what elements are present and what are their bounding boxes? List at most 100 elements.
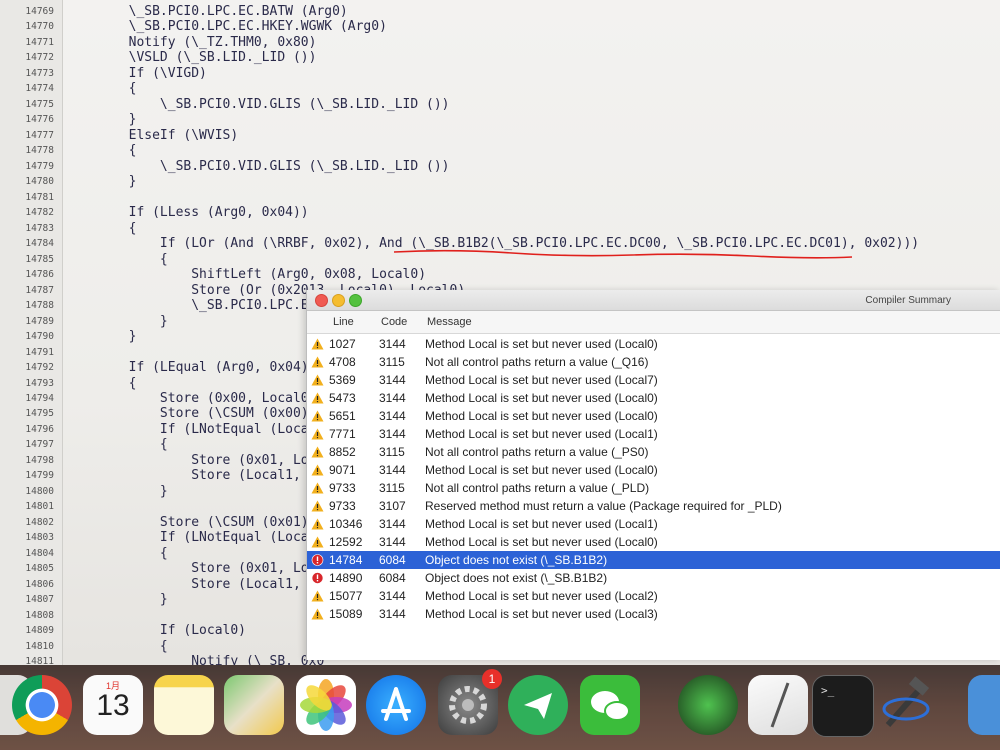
column-header-message[interactable]: Message <box>427 316 472 328</box>
warning-row[interactable]: 5651 3144 Method Local is set but never us… <box>307 407 1000 425</box>
code-text: If (\VIGD) <box>66 65 207 81</box>
message-cell: Method Local is set but never used (Loca… <box>425 535 658 549</box>
line-number: 14801 <box>25 501 54 513</box>
warning-row[interactable]: 9733 3107 Reserved method must return a va… <box>307 497 1000 515</box>
warning-row[interactable]: 10346 3144 Method Local is set but never u… <box>307 515 1000 533</box>
message-cell: Method Local is set but never used (Loca… <box>425 517 658 531</box>
code-cell: 3144 <box>379 409 406 423</box>
panel-titlebar[interactable]: Compiler Summary <box>307 290 1000 311</box>
maps-icon[interactable] <box>224 675 284 735</box>
code-text: { <box>66 437 168 453</box>
warning-row[interactable]: 5473 3144 Method Local is set but never us… <box>307 389 1000 407</box>
code-cell: 3144 <box>379 535 406 549</box>
line-number: 14811 <box>25 656 54 665</box>
code-text: { <box>66 143 137 159</box>
line-number: 14795 <box>25 408 54 420</box>
message-cell: Method Local is set but never used (Loca… <box>425 409 658 423</box>
line-number-cell: 5651 <box>329 409 356 423</box>
code-text: Notify (\_TZ.THM0, 0x80) <box>66 34 317 50</box>
terminal-icon[interactable]: >_ <box>812 675 874 737</box>
message-cell: Method Local is set but never used (Loca… <box>425 337 658 351</box>
pen-icon <box>770 682 790 728</box>
code-text: } <box>66 483 168 499</box>
message-cell: Object does not exist (\_SB.B1B2) <box>425 553 608 567</box>
code-text: Store (Local1, \C <box>66 468 325 484</box>
dock: 1月 13 1 >_ <box>0 665 1000 750</box>
code-text: If (LNotEqual (Local1 <box>66 530 325 546</box>
message-cell: Method Local is set but never used (Loca… <box>425 463 658 477</box>
code-text: If (Local0) <box>66 623 247 639</box>
minimize-window-button[interactable] <box>332 294 345 307</box>
line-number: 14771 <box>25 36 54 48</box>
warning-row[interactable]: 9071 3144 Method Local is set but never us… <box>307 461 1000 479</box>
line-number: 14782 <box>25 207 54 219</box>
notification-badge: 1 <box>482 669 502 689</box>
clover-app-icon[interactable] <box>678 675 738 735</box>
close-window-button[interactable] <box>315 294 328 307</box>
code-cell: 3144 <box>379 463 406 477</box>
code-cell: 3107 <box>379 499 406 513</box>
warning-row[interactable]: 7771 3144 Method Local is set but never us… <box>307 425 1000 443</box>
message-cell: Reserved method must return a value (Pac… <box>425 499 782 513</box>
warning-row[interactable]: 5369 3144 Method Local is set but never us… <box>307 371 1000 389</box>
system-preferences-icon[interactable]: 1 <box>438 669 502 735</box>
code-text: { <box>66 251 168 267</box>
zoom-window-button[interactable] <box>349 294 362 307</box>
send-app-icon[interactable] <box>508 675 568 735</box>
chrome-icon[interactable] <box>12 675 72 735</box>
line-number-cell: 14784 <box>329 553 363 567</box>
line-number: 14803 <box>25 532 54 544</box>
notes-icon[interactable] <box>154 675 214 735</box>
calendar-icon[interactable]: 1月 13 <box>83 675 143 735</box>
line-number: 14793 <box>25 377 54 389</box>
line-number: 14785 <box>25 253 54 265</box>
red-pen-underline <box>393 249 853 259</box>
warning-row[interactable]: 8852 3115 Not all control paths return a v… <box>307 443 1000 461</box>
warning-icon <box>311 608 324 620</box>
warning-icon <box>311 446 324 458</box>
code-text: Store (\CSUM (0x01), <box>66 514 317 530</box>
line-number-cell: 4708 <box>329 355 356 369</box>
wechat-icon[interactable] <box>580 675 640 735</box>
column-header-code[interactable]: Code <box>381 316 407 328</box>
error-icon <box>311 554 324 566</box>
line-number-cell: 7771 <box>329 427 356 441</box>
paper-plane-icon <box>524 693 552 719</box>
message-cell: Method Local is set but never used (Loca… <box>425 391 658 405</box>
code-cell: 6084 <box>379 571 406 585</box>
xcode-tools-icon[interactable] <box>876 675 936 735</box>
warning-row[interactable]: 9733 3115 Not all control paths return a v… <box>307 479 1000 497</box>
chat-bubbles-icon <box>591 691 630 721</box>
line-number: 14780 <box>25 176 54 188</box>
app-store-glyph-icon <box>381 687 411 721</box>
line-number: 14784 <box>25 238 54 250</box>
warning-icon <box>311 518 324 530</box>
code-cell: 3144 <box>379 607 406 621</box>
hammer-icon <box>882 676 930 727</box>
line-number: 14781 <box>25 191 54 203</box>
line-number: 14802 <box>25 516 54 528</box>
line-number: 14800 <box>25 485 54 497</box>
line-number: 14809 <box>25 625 54 637</box>
warning-row[interactable]: 4708 3115 Not all control paths return a v… <box>307 353 1000 371</box>
warning-row[interactable]: 15089 3144 Method Local is set but never u… <box>307 605 1000 623</box>
text-edit-icon[interactable] <box>748 675 808 735</box>
warning-row[interactable]: 12592 3144 Method Local is set but never u… <box>307 533 1000 551</box>
warning-row[interactable]: 1027 3144 Method Local is set but never us… <box>307 335 1000 353</box>
line-number: 14805 <box>25 563 54 575</box>
folder-icon[interactable] <box>968 675 1000 735</box>
line-number-cell: 15089 <box>329 607 363 621</box>
error-row[interactable]: 14784 6084 Object does not exist (\_SB.B1B… <box>307 551 1000 569</box>
error-row[interactable]: 14890 6084 Object does not exist (\_SB.B1B… <box>307 569 1000 587</box>
warning-icon <box>311 482 324 494</box>
line-number-cell: 9071 <box>329 463 356 477</box>
photos-icon[interactable] <box>296 675 356 735</box>
warning-row[interactable]: 15077 3144 Method Local is set but never u… <box>307 587 1000 605</box>
column-header-line[interactable]: Line <box>333 316 354 328</box>
message-cell: Method Local is set but never used (Loca… <box>425 373 658 387</box>
line-number: 14789 <box>25 315 54 327</box>
code-text: Store (0x00, Local0) <box>66 391 317 406</box>
line-number-cell: 1027 <box>329 337 356 351</box>
line-number-cell: 10346 <box>329 517 363 531</box>
app-store-icon[interactable] <box>366 675 426 735</box>
